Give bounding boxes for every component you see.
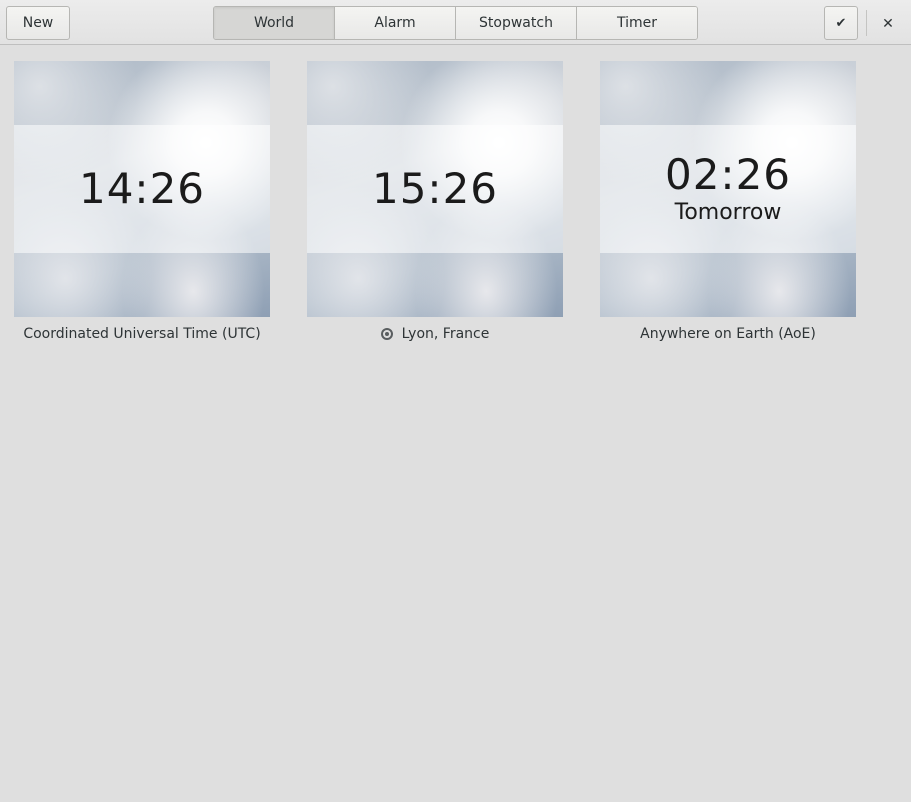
tab-stopwatch[interactable]: Stopwatch xyxy=(456,7,577,39)
tab-timer[interactable]: Timer xyxy=(577,7,697,39)
clock-time: 02:26 xyxy=(664,150,792,199)
clock-tile[interactable]: 02:26 Tomorrow xyxy=(600,61,856,317)
world-clock-card[interactable]: 02:26 Tomorrow Anywhere on Earth (AoE) xyxy=(600,61,856,342)
close-button[interactable]: ✕ xyxy=(874,6,902,40)
select-button[interactable]: ✔ xyxy=(824,6,858,40)
clock-tile[interactable]: 15:26 xyxy=(307,61,563,317)
close-icon: ✕ xyxy=(882,14,894,31)
tab-world[interactable]: World xyxy=(214,7,335,39)
current-location-icon xyxy=(380,328,393,340)
view-switcher: World Alarm Stopwatch Timer xyxy=(213,6,698,40)
clock-time-band: 02:26 Tomorrow xyxy=(600,125,856,253)
new-button[interactable]: New xyxy=(6,6,70,40)
clock-time-band: 15:26 xyxy=(307,125,563,253)
clock-location-text: Coordinated Universal Time (UTC) xyxy=(23,326,261,342)
header-bar: New World Alarm Stopwatch Timer ✔ ✕ xyxy=(0,0,911,45)
clocks-window: New World Alarm Stopwatch Timer ✔ ✕ 14:2… xyxy=(0,0,911,802)
clock-tile[interactable]: 14:26 xyxy=(14,61,270,317)
clock-location-text: Anywhere on Earth (AoE) xyxy=(640,326,816,342)
world-clock-card[interactable]: 15:26 Lyon, France xyxy=(307,61,563,342)
clock-location-label: Anywhere on Earth (AoE) xyxy=(600,326,856,342)
clock-time: 15:26 xyxy=(371,164,499,213)
clock-location-label: Coordinated Universal Time (UTC) xyxy=(14,326,270,342)
world-clock-card[interactable]: 14:26 Coordinated Universal Time (UTC) xyxy=(14,61,270,342)
header-separator xyxy=(866,10,867,36)
clock-day-label: Tomorrow xyxy=(674,200,782,225)
checkmark-icon: ✔ xyxy=(835,15,847,31)
clock-time-band: 14:26 xyxy=(14,125,270,253)
clock-location-label: Lyon, France xyxy=(307,326,563,342)
tab-alarm[interactable]: Alarm xyxy=(335,7,456,39)
clock-location-text: Lyon, France xyxy=(401,326,490,342)
clock-time: 14:26 xyxy=(78,164,206,213)
